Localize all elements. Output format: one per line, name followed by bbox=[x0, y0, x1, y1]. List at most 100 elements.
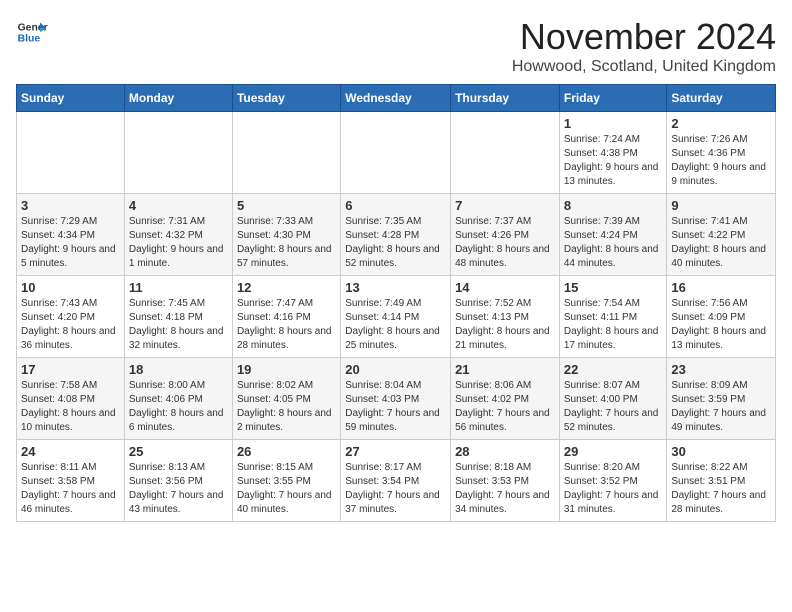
day-number: 13 bbox=[345, 280, 446, 295]
day-number: 4 bbox=[129, 198, 228, 213]
calendar-cell: 12Sunrise: 7:47 AM Sunset: 4:16 PM Dayli… bbox=[232, 276, 340, 358]
day-number: 6 bbox=[345, 198, 446, 213]
day-detail: Sunrise: 7:24 AM Sunset: 4:38 PM Dayligh… bbox=[564, 133, 663, 189]
day-number: 23 bbox=[671, 362, 771, 377]
title-block: November 2024 Howwood, Scotland, United … bbox=[512, 16, 776, 76]
day-number: 29 bbox=[564, 444, 663, 459]
calendar-cell: 20 Sunrise: 8:04 AM Sunset: 4:03 PM Dayli… bbox=[341, 358, 451, 440]
day-detail: Sunrise: 7:56 AM Sunset: 4:09 PM Dayligh… bbox=[671, 297, 771, 353]
calendar-cell: 25Sunrise: 8:13 AM Sunset: 3:56 PM Dayli… bbox=[124, 440, 232, 522]
calendar-week-2: 3Sunrise: 7:29 AM Sunset: 4:34 PM Daylig… bbox=[17, 194, 776, 276]
day-detail: Sunrise: 7:26 AM Sunset: 4:36 PM Dayligh… bbox=[671, 133, 771, 189]
calendar-cell bbox=[341, 112, 451, 194]
day-detail: Sunrise: 8:06 AM Sunset: 4:02 PM Dayligh… bbox=[455, 379, 555, 435]
day-number: 20 bbox=[345, 362, 446, 377]
day-number: 10 bbox=[21, 280, 120, 295]
calendar-cell: 23Sunrise: 8:09 AM Sunset: 3:59 PM Dayli… bbox=[667, 358, 776, 440]
calendar-cell: 24 Sunrise: 8:11 AM Sunset: 3:58 PM Dayli… bbox=[17, 440, 125, 522]
day-detail: Sunrise: 8:22 AM Sunset: 3:51 PM Dayligh… bbox=[671, 461, 771, 517]
day-detail: Sunrise: 7:43 AM Sunset: 4:20 PM Dayligh… bbox=[21, 297, 120, 353]
day-detail: Sunrise: 7:37 AM Sunset: 4:26 PM Dayligh… bbox=[455, 215, 555, 271]
day-number: 19 bbox=[237, 362, 336, 377]
day-number: 9 bbox=[671, 198, 771, 213]
location-subtitle: Howwood, Scotland, United Kingdom bbox=[512, 58, 776, 76]
calendar-cell: 13 Sunrise: 7:49 AM Sunset: 4:14 PM Dayli… bbox=[341, 276, 451, 358]
day-detail: Sunrise: 7:41 AM Sunset: 4:22 PM Dayligh… bbox=[671, 215, 771, 271]
weekday-header-sunday: Sunday bbox=[17, 85, 125, 112]
day-detail: Sunrise: 7:39 AM Sunset: 4:24 PM Dayligh… bbox=[564, 215, 663, 271]
logo-icon: General Blue bbox=[16, 16, 48, 48]
day-detail: Sunrise: 8:17 AM Sunset: 3:54 PM Dayligh… bbox=[345, 461, 446, 517]
day-number: 14 bbox=[455, 280, 555, 295]
day-detail: Sunrise: 8:20 AM Sunset: 3:52 PM Dayligh… bbox=[564, 461, 663, 517]
calendar-cell: 26 Sunrise: 8:15 AM Sunset: 3:55 PM Dayli… bbox=[232, 440, 340, 522]
day-number: 24 bbox=[21, 444, 120, 459]
day-detail: Sunrise: 7:31 AM Sunset: 4:32 PM Dayligh… bbox=[129, 215, 228, 271]
calendar-cell: 1Sunrise: 7:24 AM Sunset: 4:38 PM Daylig… bbox=[559, 112, 667, 194]
day-detail: Sunrise: 7:35 AM Sunset: 4:28 PM Dayligh… bbox=[345, 215, 446, 271]
calendar-body: 1Sunrise: 7:24 AM Sunset: 4:38 PM Daylig… bbox=[17, 112, 776, 522]
day-number: 21 bbox=[455, 362, 555, 377]
day-number: 26 bbox=[237, 444, 336, 459]
calendar-cell: 10 Sunrise: 7:43 AM Sunset: 4:20 PM Dayli… bbox=[17, 276, 125, 358]
calendar-cell: 19Sunrise: 8:02 AM Sunset: 4:05 PM Dayli… bbox=[232, 358, 340, 440]
day-detail: Sunrise: 8:00 AM Sunset: 4:06 PM Dayligh… bbox=[129, 379, 228, 435]
weekday-header-saturday: Saturday bbox=[667, 85, 776, 112]
calendar-cell: 2 Sunrise: 7:26 AM Sunset: 4:36 PM Daylig… bbox=[667, 112, 776, 194]
calendar-cell: 27 Sunrise: 8:17 AM Sunset: 3:54 PM Dayli… bbox=[341, 440, 451, 522]
day-number: 8 bbox=[564, 198, 663, 213]
day-number: 2 bbox=[671, 116, 771, 131]
day-detail: Sunrise: 8:18 AM Sunset: 3:53 PM Dayligh… bbox=[455, 461, 555, 517]
day-detail: Sunrise: 8:11 AM Sunset: 3:58 PM Dayligh… bbox=[21, 461, 120, 517]
calendar-week-1: 1Sunrise: 7:24 AM Sunset: 4:38 PM Daylig… bbox=[17, 112, 776, 194]
calendar-cell: 5 Sunrise: 7:33 AM Sunset: 4:30 PM Daylig… bbox=[232, 194, 340, 276]
day-number: 11 bbox=[129, 280, 228, 295]
calendar-cell: 3Sunrise: 7:29 AM Sunset: 4:34 PM Daylig… bbox=[17, 194, 125, 276]
day-detail: Sunrise: 8:15 AM Sunset: 3:55 PM Dayligh… bbox=[237, 461, 336, 517]
day-detail: Sunrise: 7:45 AM Sunset: 4:18 PM Dayligh… bbox=[129, 297, 228, 353]
day-detail: Sunrise: 7:52 AM Sunset: 4:13 PM Dayligh… bbox=[455, 297, 555, 353]
calendar-cell: 28 Sunrise: 8:18 AM Sunset: 3:53 PM Dayli… bbox=[451, 440, 560, 522]
logo: General Blue bbox=[16, 16, 48, 48]
day-number: 15 bbox=[564, 280, 663, 295]
weekday-header-wednesday: Wednesday bbox=[341, 85, 451, 112]
day-detail: Sunrise: 8:07 AM Sunset: 4:00 PM Dayligh… bbox=[564, 379, 663, 435]
day-detail: Sunrise: 7:29 AM Sunset: 4:34 PM Dayligh… bbox=[21, 215, 120, 271]
weekday-header-friday: Friday bbox=[559, 85, 667, 112]
day-number: 30 bbox=[671, 444, 771, 459]
weekday-header-tuesday: Tuesday bbox=[232, 85, 340, 112]
calendar-cell bbox=[451, 112, 560, 194]
calendar-cell: 21 Sunrise: 8:06 AM Sunset: 4:02 PM Dayli… bbox=[451, 358, 560, 440]
weekday-header-thursday: Thursday bbox=[451, 85, 560, 112]
day-number: 28 bbox=[455, 444, 555, 459]
calendar-cell: 6 Sunrise: 7:35 AM Sunset: 4:28 PM Daylig… bbox=[341, 194, 451, 276]
calendar-week-4: 17 Sunrise: 7:58 AM Sunset: 4:08 PM Dayli… bbox=[17, 358, 776, 440]
day-detail: Sunrise: 8:04 AM Sunset: 4:03 PM Dayligh… bbox=[345, 379, 446, 435]
calendar-cell: 8 Sunrise: 7:39 AM Sunset: 4:24 PM Daylig… bbox=[559, 194, 667, 276]
calendar-cell bbox=[124, 112, 232, 194]
day-number: 22 bbox=[564, 362, 663, 377]
calendar-cell: 11 Sunrise: 7:45 AM Sunset: 4:18 PM Dayli… bbox=[124, 276, 232, 358]
calendar-cell: 18Sunrise: 8:00 AM Sunset: 4:06 PM Dayli… bbox=[124, 358, 232, 440]
calendar-cell: 7 Sunrise: 7:37 AM Sunset: 4:26 PM Daylig… bbox=[451, 194, 560, 276]
day-number: 25 bbox=[129, 444, 228, 459]
calendar-week-3: 10 Sunrise: 7:43 AM Sunset: 4:20 PM Dayli… bbox=[17, 276, 776, 358]
day-number: 7 bbox=[455, 198, 555, 213]
calendar-cell: 30 Sunrise: 8:22 AM Sunset: 3:51 PM Dayli… bbox=[667, 440, 776, 522]
day-detail: Sunrise: 7:49 AM Sunset: 4:14 PM Dayligh… bbox=[345, 297, 446, 353]
day-number: 27 bbox=[345, 444, 446, 459]
calendar-header: SundayMondayTuesdayWednesdayThursdayFrid… bbox=[17, 85, 776, 112]
header-row: SundayMondayTuesdayWednesdayThursdayFrid… bbox=[17, 85, 776, 112]
day-number: 17 bbox=[21, 362, 120, 377]
calendar-cell bbox=[17, 112, 125, 194]
day-detail: Sunrise: 7:33 AM Sunset: 4:30 PM Dayligh… bbox=[237, 215, 336, 271]
calendar-cell: 17 Sunrise: 7:58 AM Sunset: 4:08 PM Dayli… bbox=[17, 358, 125, 440]
day-detail: Sunrise: 7:58 AM Sunset: 4:08 PM Dayligh… bbox=[21, 379, 120, 435]
calendar-cell: 4 Sunrise: 7:31 AM Sunset: 4:32 PM Daylig… bbox=[124, 194, 232, 276]
day-number: 16 bbox=[671, 280, 771, 295]
day-number: 5 bbox=[237, 198, 336, 213]
calendar-cell: 22 Sunrise: 8:07 AM Sunset: 4:00 PM Dayli… bbox=[559, 358, 667, 440]
svg-text:Blue: Blue bbox=[18, 34, 41, 45]
calendar-table: SundayMondayTuesdayWednesdayThursdayFrid… bbox=[16, 84, 776, 522]
day-number: 12 bbox=[237, 280, 336, 295]
